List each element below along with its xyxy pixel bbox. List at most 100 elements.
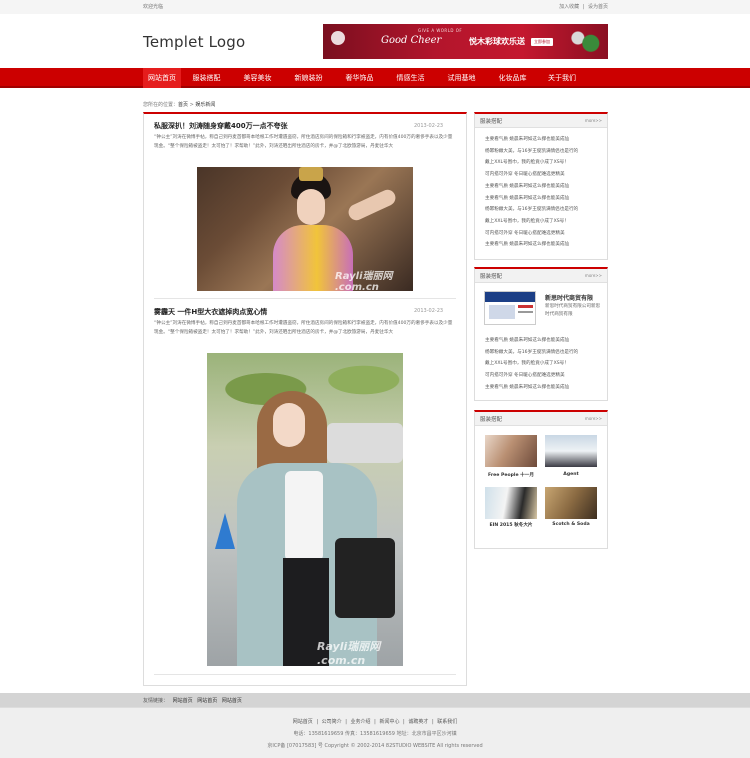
welcome-text: 欢迎光临 bbox=[143, 4, 164, 10]
friend-link[interactable]: 网站首页 bbox=[197, 698, 217, 704]
friend-links-bar: 友情链接： 网站首页 网站首页 网站首页 bbox=[0, 693, 750, 707]
divider: | bbox=[403, 719, 405, 725]
sidebar-box-header: 服装搭配 more>> bbox=[475, 269, 607, 283]
photo-detail bbox=[297, 189, 325, 225]
friend-links-label: 友情链接： bbox=[143, 698, 169, 704]
list-item[interactable]: 主要看气质 姚晨朱珂如这么撑也能美成仙 bbox=[485, 335, 578, 347]
feature-description: 新思时代商贸有限公司新思时代商贸有限 bbox=[545, 304, 601, 317]
article-photo[interactable]: Rayli瑞丽网 .com.cn bbox=[207, 353, 403, 666]
nav-item-life[interactable]: 情感生活 bbox=[385, 68, 436, 88]
sidebar-box-title: 服装搭配 bbox=[480, 417, 503, 423]
nav-item-home[interactable]: 网站首页 bbox=[143, 68, 181, 88]
banner-decoration bbox=[565, 24, 608, 59]
article-title[interactable]: 雾霾天 一件H型大衣遮掉肉点宽心情 bbox=[154, 307, 267, 317]
article-summary: “钟公主”刘涛在微博手帖，称自己到丹麦首都哥本哈根工作时遭遇盗窃，所住酒店房间的… bbox=[154, 321, 453, 335]
gallery-thumbnail[interactable] bbox=[545, 487, 597, 519]
sidebar-box-title: 服装搭配 bbox=[480, 274, 503, 280]
footer-contact-info: 电话：13581619659 传真：13581619659 地址：北京市昌平区沙… bbox=[293, 731, 457, 737]
footer-nav: 网站首页 | 公司简介 | 业务介绍 | 新闻中心 | 诚聘英才 | 联系我们 bbox=[0, 718, 750, 725]
sidebar-box-header: 服装搭配 more>> bbox=[475, 114, 607, 128]
divider: | bbox=[582, 4, 585, 10]
more-link[interactable]: more>> bbox=[585, 416, 602, 421]
photo-detail bbox=[273, 403, 305, 447]
list-item[interactable]: 主要看气质 姚晨朱珂如这么撑也能美成仙 bbox=[485, 382, 578, 394]
divider: | bbox=[316, 719, 319, 725]
friend-link[interactable]: 网站首页 bbox=[222, 698, 242, 704]
divider bbox=[154, 674, 456, 675]
gallery-thumbnail[interactable] bbox=[485, 487, 537, 519]
divider: | bbox=[431, 719, 434, 725]
article-summary: “钟公主”刘涛在微博手帖，称自己到丹麦首都哥本哈根工作时遭遇盗窃，所住酒店房间的… bbox=[154, 135, 453, 149]
feature-thumbnail[interactable] bbox=[484, 291, 536, 325]
article-date: 2013-02-23 bbox=[414, 123, 444, 129]
footer-link-about[interactable]: 公司简介 bbox=[322, 719, 342, 725]
banner-script-text: Good Cheer bbox=[381, 35, 442, 46]
photo-detail bbox=[299, 167, 323, 181]
nav-item-beauty[interactable]: 美容美妆 bbox=[232, 68, 283, 88]
list-item[interactable]: 杨幂粉嫩大美，与16岁王俊凯满情侣也是行的 bbox=[485, 204, 578, 216]
footer-link-news[interactable]: 新闻中心 bbox=[379, 719, 399, 725]
gallery-thumbnail[interactable] bbox=[485, 435, 537, 467]
footer-link-contact[interactable]: 联系我们 bbox=[437, 719, 457, 725]
nav-item-luxury[interactable]: 奢华饰品 bbox=[334, 68, 385, 88]
sidebar-box-fashion: 服装搭配 more>> 主要看气质 姚晨朱珂如这么撑也能美成仙 杨幂粉嫩大美，与… bbox=[474, 112, 608, 260]
nav-item-bridal[interactable]: 新娘装扮 bbox=[283, 68, 334, 88]
site-logo[interactable]: Templet Logo bbox=[143, 33, 245, 51]
sidebar-list: 主要看气质 姚晨朱珂如这么撑也能美成仙 杨幂粉嫩大美，与16岁王俊凯满情侣也是行… bbox=[485, 134, 578, 251]
list-item[interactable]: 杨幂粉嫩大美，与16岁王俊凯满情侣也是行的 bbox=[485, 347, 578, 359]
breadcrumb-home[interactable]: 首页 bbox=[178, 102, 188, 108]
footer-link-jobs[interactable]: 诚聘英才 bbox=[408, 719, 428, 725]
gallery-caption[interactable]: EIN 2015 秋冬大片 bbox=[481, 522, 541, 528]
article-title[interactable]: 私服深扒！刘涛随身穿戴400万一点不夸张 bbox=[154, 121, 288, 131]
list-item[interactable]: 主要看气质 姚晨朱珂如这么撑也能美成仙 bbox=[485, 239, 578, 251]
list-item[interactable]: 戴上XXL号围巾，我的脸竟小成了XS号！ bbox=[485, 157, 578, 169]
more-link[interactable]: more>> bbox=[585, 118, 602, 123]
footer-copyright: 京ICP备 [07017583] 号 Copyright © 2002-2014… bbox=[267, 743, 483, 749]
header-banner[interactable]: GIVE A WORLD OF Good Cheer 悦木彩球欢乐送 立即参加 bbox=[323, 24, 608, 59]
footer-link-business[interactable]: 业务介绍 bbox=[351, 719, 371, 725]
photo-detail bbox=[285, 471, 323, 561]
list-item[interactable]: 主要看气质 姚晨朱珂如这么撑也能美成仙 bbox=[485, 181, 578, 193]
divider bbox=[154, 298, 456, 299]
photo-detail bbox=[327, 423, 403, 463]
sidebar-list: 主要看气质 姚晨朱珂如这么撑也能美成仙 杨幂粉嫩大美，与16岁王俊凯满情侣也是行… bbox=[485, 335, 578, 394]
gallery-caption[interactable]: Scotch & Soda bbox=[541, 522, 601, 527]
list-item[interactable]: 可内搭可外穿 冬日暖心搭配难选更精美 bbox=[485, 169, 578, 181]
friend-links: 友情链接： 网站首页 网站首页 网站首页 bbox=[143, 697, 245, 704]
thumb-detail bbox=[518, 305, 533, 308]
gallery-thumbnail[interactable] bbox=[545, 435, 597, 467]
friend-link[interactable]: 网站首页 bbox=[173, 698, 193, 704]
footer-link-home[interactable]: 网站首页 bbox=[293, 719, 313, 725]
list-item[interactable]: 可内搭可外穿 冬日暖心搭配难选更精美 bbox=[485, 370, 578, 382]
nav-item-about[interactable]: 关于我们 bbox=[538, 68, 586, 88]
nav-item-fashion[interactable]: 服装搭配 bbox=[181, 68, 232, 88]
banner-join-button[interactable]: 立即参加 bbox=[531, 38, 553, 46]
nav-item-trial[interactable]: 试用基地 bbox=[436, 68, 487, 88]
sidebar-box-header: 服装搭配 more>> bbox=[475, 412, 607, 426]
breadcrumb-current: 娱乐新闻 bbox=[195, 102, 216, 108]
nav-item-cosmetics[interactable]: 化妆品库 bbox=[487, 68, 538, 88]
list-item[interactable]: 主要看气质 姚晨朱珂如这么撑也能美成仙 bbox=[485, 134, 578, 146]
thumb-detail bbox=[518, 311, 533, 313]
sidebar-box-title: 服装搭配 bbox=[480, 119, 503, 125]
gallery-caption[interactable]: Free People 十一月 bbox=[481, 472, 541, 478]
thumb-detail bbox=[485, 292, 535, 302]
photo-detail bbox=[345, 187, 399, 223]
set-homepage-link[interactable]: 设为首页 bbox=[588, 4, 608, 10]
top-links: 加入收藏 | 设为首页 bbox=[557, 3, 608, 10]
list-item[interactable]: 可内搭可外穿 冬日暖心搭配难选更精美 bbox=[485, 228, 578, 240]
article-photo[interactable]: Rayli瑞丽网 .com.cn bbox=[197, 167, 413, 291]
list-item[interactable]: 主要看气质 姚晨朱珂如这么撑也能美成仙 bbox=[485, 193, 578, 205]
divider: | bbox=[374, 719, 376, 725]
list-item[interactable]: 戴上XXL号围巾，我的脸竟小成了XS号！ bbox=[485, 358, 578, 370]
list-item[interactable]: 戴上XXL号围巾，我的脸竟小成了XS号！ bbox=[485, 216, 578, 228]
add-favorite-link[interactable]: 加入收藏 bbox=[559, 4, 579, 10]
list-item[interactable]: 杨幂粉嫩大美，与16岁王俊凯满情侣也是行的 bbox=[485, 146, 578, 158]
feature-title[interactable]: 新思时代商贸有限 bbox=[545, 293, 593, 302]
gallery-caption[interactable]: Agent bbox=[541, 472, 601, 477]
sidebar-box-gallery: 服装搭配 more>> bbox=[474, 410, 608, 549]
photo-detail bbox=[335, 538, 395, 618]
banner-headline: 悦木彩球欢乐送 bbox=[469, 37, 525, 46]
more-link[interactable]: more>> bbox=[585, 273, 602, 278]
breadcrumb-prefix: 您所在的位置： bbox=[143, 102, 179, 108]
